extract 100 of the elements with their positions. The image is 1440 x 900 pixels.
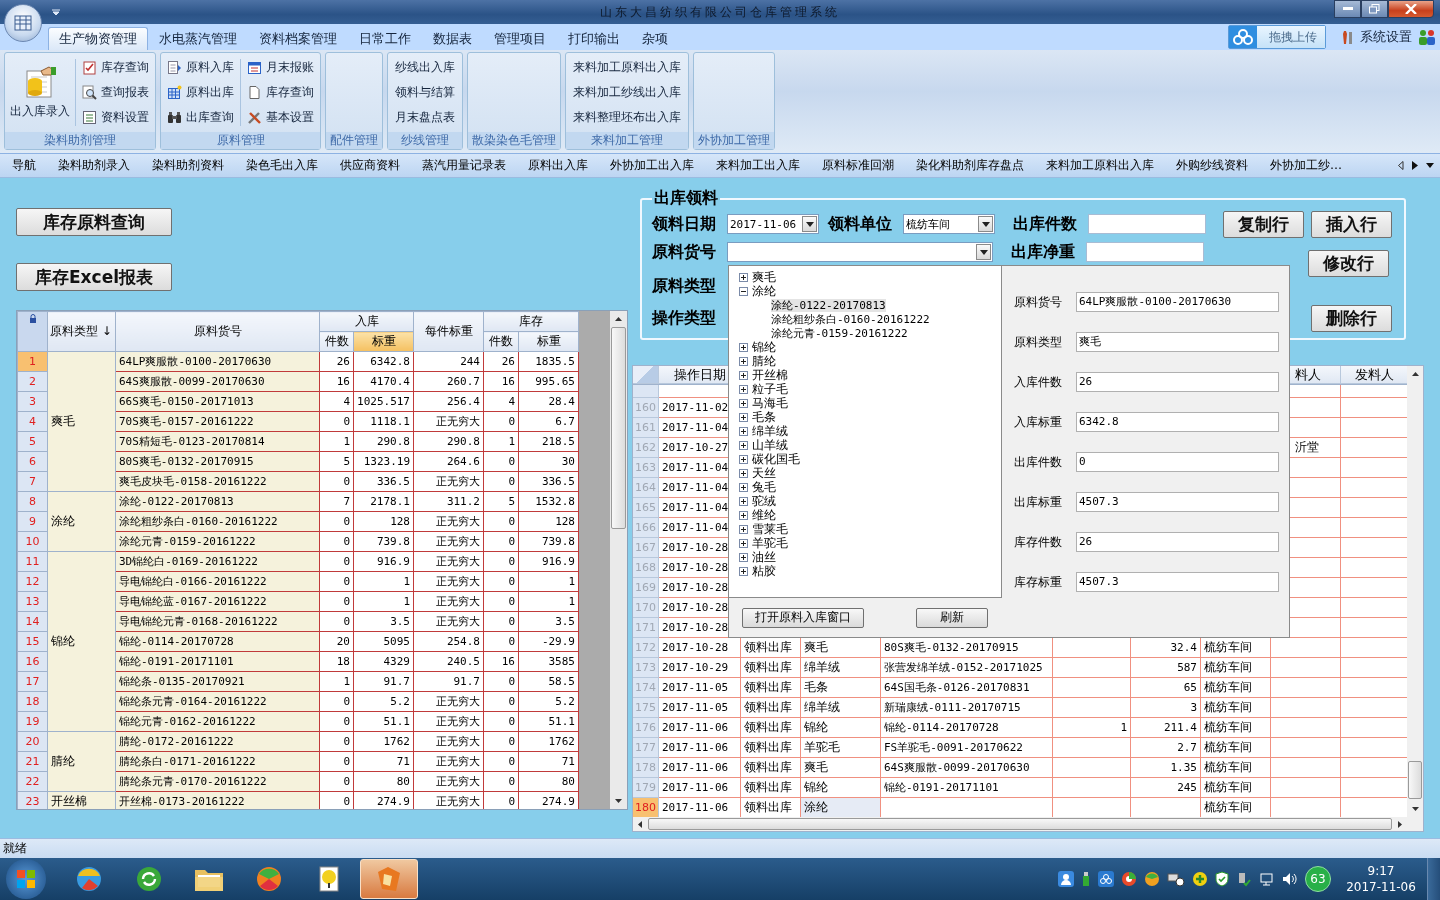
settings-link[interactable]: 系统设置 [1360,28,1412,46]
ribbon-button[interactable]: 来料加工纱线出入库 [569,81,685,104]
row-number[interactable]: 14 [17,611,48,632]
expand-icon[interactable] [739,342,748,352]
tree-item[interactable]: 绵羊绒 [752,424,788,438]
row-number[interactable]: 3 [17,391,48,412]
refresh-button[interactable]: 刷新 [916,607,988,628]
nav-tab[interactable]: 蒸汽用量记录表 [411,157,517,174]
row-number[interactable]: 17 [17,671,48,692]
ribbon-button[interactable]: 原料出库 [164,81,237,104]
tree-item[interactable]: 兔毛 [752,480,776,494]
row-number[interactable]: 5 [17,431,48,452]
scroll-right-icon[interactable] [1412,161,1418,170]
ribbon-tab[interactable]: 数据表 [422,27,483,50]
cloud-icon[interactable] [1098,871,1114,887]
nav-tab[interactable]: 染化料助剂库存盘点 [905,157,1035,174]
tree-item[interactable]: 马海毛 [752,396,788,410]
ribbon-tab[interactable]: 打印输出 [557,27,631,50]
ribbon-button[interactable]: 纱线出入库 [391,56,459,79]
ribbon-tab[interactable]: 管理项目 [483,27,557,50]
expand-icon[interactable] [739,356,748,366]
ribbon-tab[interactable]: 水电蒸汽管理 [148,27,248,50]
dropdown-arrow-icon[interactable] [981,221,990,227]
tree-item[interactable]: 涂纶-0122-20170813 [771,298,886,312]
scroll-thumb[interactable] [648,818,1392,830]
query-button[interactable]: 库存原料查询 [16,208,172,236]
ribbon-tab[interactable]: 杂项 [631,27,679,50]
column-header[interactable]: 每件标重 [413,311,484,352]
horizontal-scrollbar[interactable] [633,817,1407,831]
expand-icon[interactable] [739,440,748,450]
usb-icon[interactable] [1081,871,1091,887]
ribbon-button[interactable]: 月末盘点表 [391,106,459,129]
ribbon-button[interactable]: 库存查询 [244,81,317,104]
expand-icon[interactable] [739,566,748,576]
vertical-scrollbar[interactable] [1407,366,1423,831]
tree-item[interactable]: 涂纶 [752,284,776,298]
row-number[interactable]: 20 [17,731,48,752]
row-number[interactable]: 21 [17,751,48,772]
expand-icon[interactable] [739,538,748,548]
expand-icon[interactable] [739,286,748,296]
tree-item[interactable]: 油丝 [752,550,776,564]
usb-check-icon[interactable] [1236,871,1252,887]
nav-tab[interactable]: 外协加工出入库 [599,157,705,174]
ribbon-button[interactable]: 月末报账 [244,56,317,79]
dropdown-arrow-icon[interactable] [979,249,988,255]
detail-field[interactable]: 爽毛 [1076,332,1279,352]
tree-item[interactable]: 雪莱毛 [752,522,788,536]
insert-row-button[interactable]: 插入行 [1311,210,1392,238]
row-number[interactable]: 8 [17,491,48,512]
upload-widget[interactable]: 拖拽上传 [1228,25,1326,49]
net-weight-input[interactable] [1086,242,1204,262]
tree-item[interactable]: 腈纶 [752,354,776,368]
scroll-thumb[interactable] [1408,761,1422,799]
nav-tab[interactable]: 原料标准回潮 [811,157,905,174]
users-icon[interactable] [1418,28,1436,46]
expand-icon[interactable] [739,524,748,534]
expand-icon[interactable] [739,496,748,506]
tree-item[interactable]: 涂纶粗纱条白-0160-20161222 [771,312,930,326]
expand-icon[interactable] [739,412,748,422]
app-menu-button[interactable] [4,4,42,42]
nav-tab[interactable]: 来料加工原料出入库 [1035,157,1165,174]
tree-item[interactable]: 碳化国毛 [752,452,800,466]
row-number[interactable]: 9 [17,511,48,532]
tree-item[interactable]: 开丝棉 [752,368,788,382]
expand-icon[interactable] [739,370,748,380]
unit-combo[interactable]: 梳纺车间 [903,214,995,234]
scroll-up-icon[interactable] [1411,372,1419,376]
column-header[interactable]: 原料货号 [115,311,320,352]
row-number[interactable]: 6 [17,451,48,472]
tree-item[interactable]: 锦纶 [752,340,776,354]
open-window-button[interactable]: 打开原料入库窗口 [742,607,864,628]
ribbon-button[interactable]: 查询报表 [79,81,152,104]
tree-item[interactable]: 爽毛 [752,270,776,284]
report-button[interactable]: 库存Excel报表 [16,263,172,291]
expand-icon[interactable] [739,272,748,282]
copy-row-button[interactable]: 复制行 [1223,210,1304,238]
row-number[interactable]: 11 [17,551,48,572]
row-number[interactable]: 22 [17,771,48,792]
ribbon-button[interactable]: 原料入库 [164,56,237,79]
detail-field[interactable]: 4507.3 [1076,572,1279,592]
speaker-icon[interactable] [1282,871,1298,887]
ribbon-button[interactable]: 来料加工原料出入库 [569,56,685,79]
close-button[interactable] [1388,0,1434,18]
date-combo[interactable]: 2017-11-06 [727,214,819,234]
ribbon-tab[interactable]: 资料档案管理 [248,27,348,50]
dropdown-arrow-icon[interactable] [1426,163,1434,168]
expand-icon[interactable] [739,398,748,408]
row-number[interactable]: 7 [17,471,48,492]
vertical-scrollbar[interactable] [610,311,627,809]
expand-icon[interactable] [739,468,748,478]
nav-tab[interactable]: 导航 [0,157,47,174]
tree-item[interactable]: 山羊绒 [752,438,788,452]
detail-field[interactable]: 64LP爽服散-0100-20170630 [1076,292,1279,312]
row-number[interactable]: 15 [17,631,48,652]
nav-tab[interactable]: 供应商资料 [329,157,411,174]
ribbon-button[interactable]: 来料整理坯布出入库 [569,106,685,129]
detail-field[interactable]: 26 [1076,532,1279,552]
ribbon-tab[interactable]: 生产物资管理 [48,27,148,50]
ribbon-button[interactable]: 基本设置 [244,106,317,129]
nav-tab[interactable]: 原料出入库 [517,157,599,174]
